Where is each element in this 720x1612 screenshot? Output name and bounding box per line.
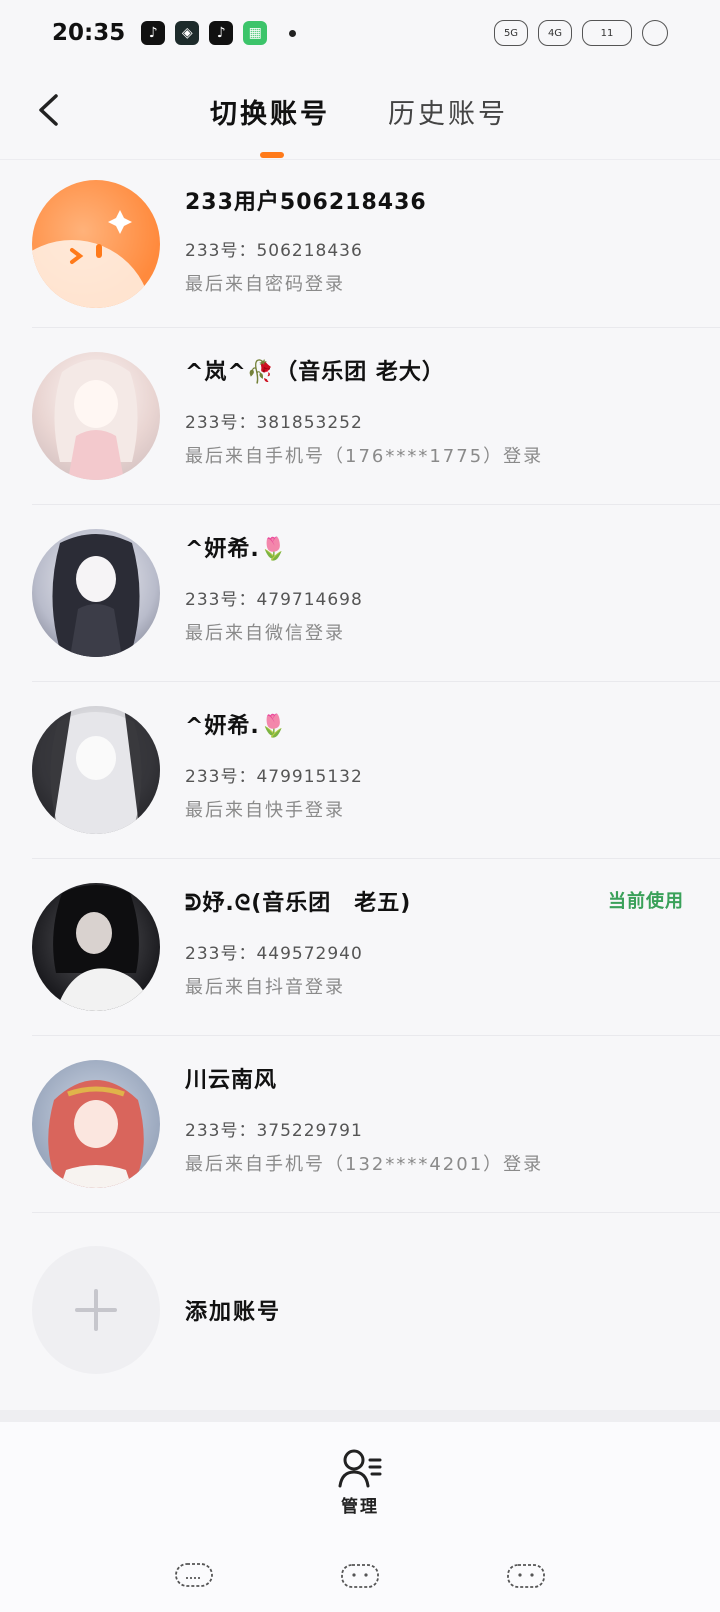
network-4g-icon: 4G: [538, 20, 572, 46]
account-row[interactable]: ^岚^🥀（音乐团 老大） 233号：381853252 最后来自手机号（176*…: [0, 328, 720, 505]
status-bar: 20:35 ♪ ◈ ♪ ▦ 5G 4G 11: [0, 0, 720, 66]
anime-girl-avatar-icon: [32, 706, 160, 834]
tab-switch-account[interactable]: 切换账号: [210, 92, 330, 131]
nav-back-button[interactable]: [504, 1558, 548, 1592]
account-name: ^岚^🥀（音乐团 老大）: [185, 360, 445, 385]
system-indicators: 5G 4G 11: [494, 20, 668, 46]
user-manage-icon: [338, 1449, 382, 1488]
nav-home-button[interactable]: [338, 1558, 382, 1592]
chat-bubble-icon: [642, 20, 668, 46]
account-row[interactable]: ᕲ妤.ᘓ(音乐团 老五) 当前使用 233号：449572940 最后来自抖音登…: [0, 859, 720, 1036]
avatar: [32, 706, 160, 834]
account-id: 233号：506218436: [185, 241, 363, 261]
avatar: [32, 529, 160, 657]
account-id: 233号：381853252: [185, 413, 363, 433]
account-name: ^妍希.🌷: [185, 537, 289, 562]
account-row[interactable]: 川云南风 233号：375229791 最后来自手机号（132****4201）…: [0, 1036, 720, 1213]
account-login-source: 最后来自密码登录: [185, 274, 345, 295]
signal-5g-icon: 5G: [494, 20, 528, 46]
avatar: [32, 352, 160, 480]
battery-icon: 11: [582, 20, 632, 46]
account-login-source: 最后来自手机号（176****1775）登录: [185, 446, 544, 467]
account-id: 233号：479714698: [185, 590, 363, 610]
anime-character-avatar-icon: [48, 1080, 144, 1188]
account-list: 233用户506218436 233号：506218436 最后来自密码登录 ^…: [0, 160, 720, 1213]
add-account-row[interactable]: 添加账号: [0, 1222, 720, 1398]
tab-indicator: [260, 152, 284, 158]
avatar: [32, 180, 160, 308]
back-button[interactable]: [30, 90, 66, 130]
account-id: 233号：479915132: [185, 767, 363, 787]
bottom-panel: 管理: [0, 1410, 720, 1612]
account-name: ^妍希.🌷: [185, 714, 289, 739]
system-nav-bar: [0, 1546, 720, 1606]
account-name: 233用户506218436: [185, 190, 427, 215]
nav-menu-button[interactable]: [172, 1558, 216, 1592]
divider: [32, 1212, 720, 1213]
account-row[interactable]: ^妍希.🌷 233号：479714698 最后来自微信登录: [0, 505, 720, 682]
plus-icon: [75, 1289, 117, 1331]
account-login-source: 最后来自手机号（132****4201）登录: [185, 1154, 544, 1175]
account-login-source: 最后来自微信登录: [185, 623, 345, 644]
menu-icon: [175, 1563, 213, 1587]
account-id: 233号：375229791: [185, 1121, 363, 1141]
mascot-avatar-icon: [32, 210, 152, 308]
anime-girl-avatar-icon: [52, 534, 140, 657]
anime-girl-avatar-icon: [54, 359, 138, 480]
avatar: [32, 1060, 160, 1188]
account-name: 川云南风: [185, 1068, 278, 1093]
header: 切换账号 历史账号: [0, 66, 720, 160]
more-notifications-icon: [289, 29, 297, 37]
add-account-button[interactable]: [32, 1246, 160, 1374]
account-row[interactable]: 233用户506218436 233号：506218436 最后来自密码登录: [0, 160, 720, 328]
tab-history-account[interactable]: 历史账号: [388, 92, 508, 131]
avatar: [32, 883, 160, 1011]
tiktok-lite-icon: ♪: [209, 21, 234, 45]
status-time: 20:35: [52, 20, 126, 46]
notification-icons: ♪ ◈ ♪ ▦: [141, 21, 297, 45]
add-account-label: 添加账号: [185, 1300, 282, 1325]
tiktok-icon: ♪: [141, 21, 166, 45]
account-login-source: 最后来自抖音登录: [185, 977, 345, 998]
current-account-badge: 当前使用: [608, 891, 684, 912]
back-arrow-icon: [39, 94, 58, 126]
home-icon: [341, 1564, 379, 1588]
app-icon-green: ◈: [175, 21, 200, 45]
store-icon: ▦: [243, 21, 268, 45]
account-id: 233号：449572940: [185, 944, 363, 964]
back-gesture-icon: [507, 1564, 545, 1588]
account-login-source: 最后来自快手登录: [185, 800, 345, 821]
account-row[interactable]: ^妍希.🌷 233号：479915132 最后来自快手登录: [0, 682, 720, 859]
account-name: ᕲ妤.ᘓ(音乐团 老五): [185, 891, 412, 916]
photo-avatar-icon: [53, 885, 152, 1011]
manage-button[interactable]: 管理: [320, 1448, 400, 1528]
manage-label: 管理: [341, 1497, 379, 1517]
